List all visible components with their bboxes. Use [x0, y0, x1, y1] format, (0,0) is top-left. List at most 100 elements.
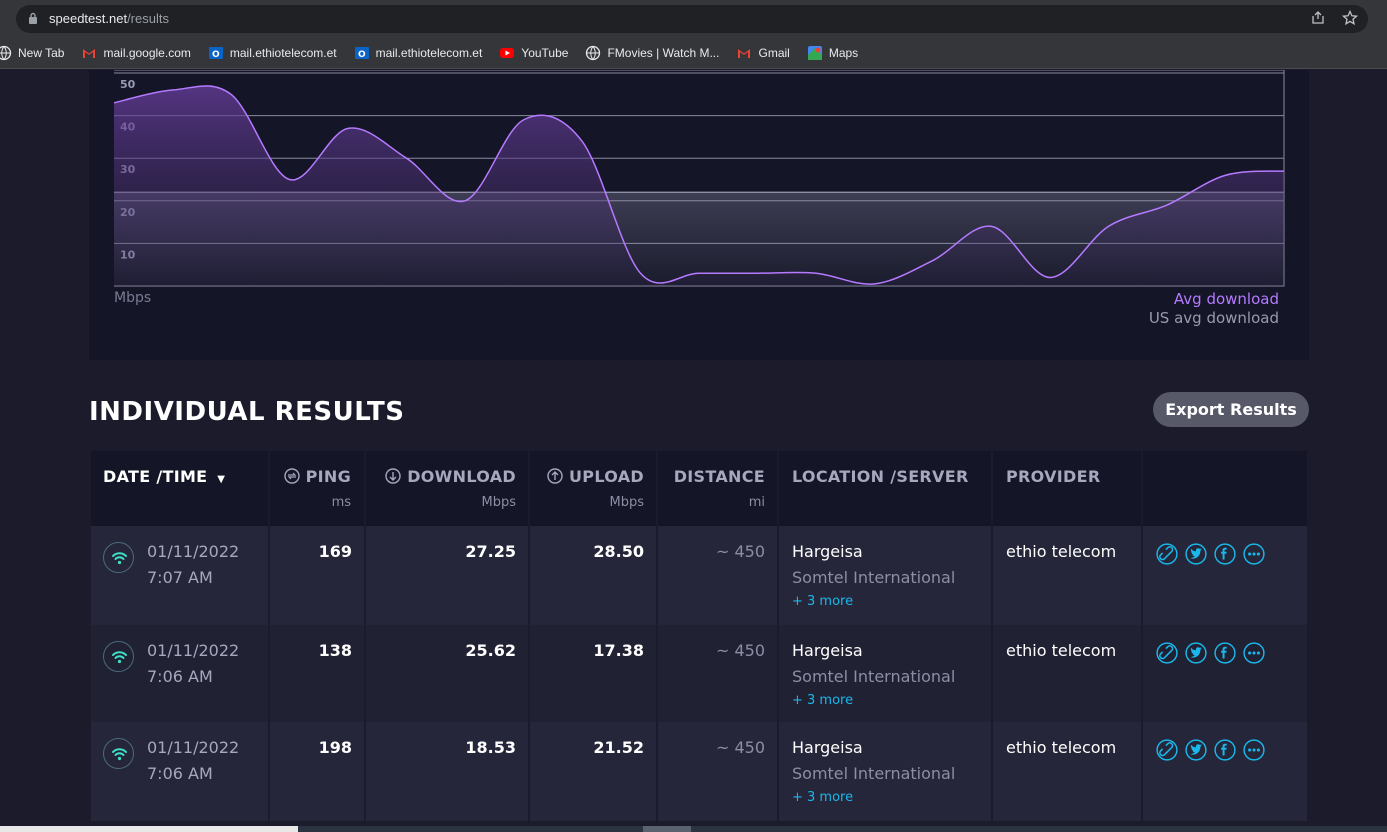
link-icon[interactable]: [1156, 642, 1178, 664]
result-date: 01/11/2022: [147, 738, 240, 757]
table-cell: Hargeisa Somtel International + 3 more: [779, 722, 993, 821]
download-chart: 5040302010: [113, 70, 1285, 287]
column-header-distance[interactable]: DISTANCE mi: [658, 451, 779, 526]
bookmark-label: mail.ethiotelecom.et: [229, 46, 337, 60]
more-icon[interactable]: [1243, 739, 1265, 761]
wifi-icon: [103, 542, 134, 573]
more-servers-link[interactable]: + 3 more: [792, 693, 853, 708]
bookmarks-bar: New Tab mail.google.com Omail.ethiotelecom…: [0, 38, 1387, 69]
table-cell: ethio telecom: [993, 526, 1143, 625]
gmail-icon: [81, 45, 97, 61]
bookmark-label: Gmail: [758, 46, 790, 60]
scrollbar-thumb[interactable]: [643, 826, 691, 832]
bookmark-item[interactable]: YouTube: [499, 45, 568, 61]
table-cell: Hargeisa Somtel International + 3 more: [779, 625, 993, 722]
column-header-ping[interactable]: PING ms: [270, 451, 366, 526]
facebook-icon[interactable]: [1214, 739, 1236, 761]
share-page-icon[interactable]: [1310, 10, 1326, 26]
header-download-unit: Mbps: [481, 495, 517, 510]
table-cell: 27.25: [366, 526, 530, 625]
outlook-icon: O: [208, 45, 224, 61]
twitter-icon[interactable]: [1185, 543, 1207, 565]
header-download-label: DOWNLOAD: [407, 467, 516, 486]
result-location: Hargeisa: [792, 542, 863, 561]
table-cell: [1143, 625, 1307, 722]
result-ping: 198: [318, 738, 352, 757]
more-servers-link[interactable]: + 3 more: [792, 594, 853, 609]
chart-unit-label: Mbps: [114, 290, 152, 306]
bookmark-label: New Tab: [18, 46, 65, 60]
column-header-actions: [1143, 451, 1307, 526]
speedtest-results-page: 5040302010 Mbps Avg download US avg down…: [0, 70, 1387, 832]
table-cell: 198: [270, 722, 366, 821]
bookmark-label: mail.ethiotelecom.et: [375, 46, 483, 60]
export-results-button[interactable]: Export Results: [1153, 392, 1309, 427]
twitter-icon[interactable]: [1185, 739, 1207, 761]
result-distance: ~ 450: [715, 542, 765, 561]
table-cell: Hargeisa Somtel International + 3 more: [779, 526, 993, 625]
table-cell: ethio telecom: [993, 722, 1143, 821]
address-bar[interactable]: speedtest.net/results: [16, 5, 1368, 33]
result-download: 27.25: [465, 542, 516, 561]
table-cell: 28.50: [530, 526, 658, 625]
more-servers-link[interactable]: + 3 more: [792, 790, 853, 805]
results-table: DATE /TIME ▼ PING ms DOWNLOAD Mbps UPLOA…: [91, 451, 1307, 821]
bookmark-star-icon[interactable]: [1342, 10, 1358, 26]
header-ping-unit: ms: [331, 495, 351, 510]
link-icon[interactable]: [1156, 543, 1178, 565]
more-icon[interactable]: [1243, 543, 1265, 565]
bookmark-item[interactable]: Gmail: [736, 45, 790, 61]
header-ping-label: PING: [305, 467, 351, 486]
table-row[interactable]: 01/11/2022 7:06 AM 198 18.53 21.52 ~ 450 Harge…: [91, 722, 1307, 821]
bookmark-item[interactable]: Omail.ethiotelecom.et: [208, 45, 337, 61]
result-server: Somtel International: [792, 568, 956, 587]
legend-us-avg-download: US avg download: [1148, 309, 1279, 327]
twitter-icon[interactable]: [1185, 642, 1207, 664]
column-header-date[interactable]: DATE /TIME ▼: [91, 451, 270, 526]
table-cell: ~ 450: [658, 722, 779, 821]
gmail-icon: [736, 45, 752, 61]
header-provider-label: PROVIDER: [1006, 467, 1101, 486]
table-cell: ~ 450: [658, 526, 779, 625]
header-date-label: DATE /TIME: [103, 467, 208, 486]
result-download: 25.62: [465, 641, 516, 660]
bookmark-item[interactable]: FMovies | Watch M...: [585, 45, 719, 61]
bookmark-item[interactable]: mail.google.com: [81, 45, 191, 61]
facebook-icon[interactable]: [1214, 543, 1236, 565]
column-header-download[interactable]: DOWNLOAD Mbps: [366, 451, 530, 526]
header-location-label: LOCATION /SERVER: [792, 467, 969, 486]
table-row[interactable]: 01/11/2022 7:06 AM 138 25.62 17.38 ~ 450 Harge…: [91, 625, 1307, 722]
result-upload: 21.52: [593, 738, 644, 757]
globe-icon: [585, 45, 601, 61]
result-download: 18.53: [465, 738, 516, 757]
svg-text:O: O: [212, 50, 220, 60]
more-icon[interactable]: [1243, 642, 1265, 664]
svg-text:O: O: [358, 50, 366, 60]
facebook-icon[interactable]: [1214, 642, 1236, 664]
horizontal-scrollbar[interactable]: [0, 826, 1387, 832]
table-cell: 17.38: [530, 625, 658, 722]
column-header-provider[interactable]: PROVIDER: [993, 451, 1143, 526]
link-icon[interactable]: [1156, 739, 1178, 761]
download-chart-panel: 5040302010 Mbps Avg download US avg down…: [89, 70, 1309, 360]
header-distance-label: DISTANCE: [673, 467, 765, 486]
table-cell: ~ 450: [658, 625, 779, 722]
result-time: 7:06 AM: [147, 764, 213, 783]
bookmark-item[interactable]: New Tab: [0, 45, 64, 61]
result-date: 01/11/2022: [147, 542, 240, 561]
sort-down-icon: ▼: [217, 474, 226, 485]
result-server: Somtel International: [792, 667, 956, 686]
result-server: Somtel International: [792, 764, 956, 783]
table-cell: [1143, 722, 1307, 821]
result-time: 7:06 AM: [147, 667, 213, 686]
outlook-icon: O: [354, 45, 370, 61]
bookmark-item[interactable]: Maps: [807, 45, 858, 61]
table-cell: 138: [270, 625, 366, 722]
column-header-upload[interactable]: UPLOAD Mbps: [530, 451, 658, 526]
header-distance-unit: mi: [748, 495, 765, 510]
result-ping: 169: [318, 542, 352, 561]
bookmark-item[interactable]: Omail.ethiotelecom.et: [354, 45, 483, 61]
table-cell: 169: [270, 526, 366, 625]
column-header-location[interactable]: LOCATION /SERVER: [779, 451, 993, 526]
table-row[interactable]: 01/11/2022 7:07 AM 169 27.25 28.50 ~ 450 Harge…: [91, 526, 1307, 625]
